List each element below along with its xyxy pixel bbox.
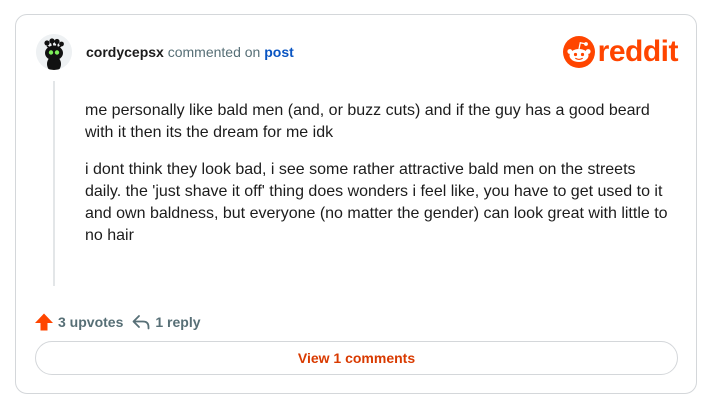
reply-arrow-icon — [131, 312, 151, 332]
upvote-count: 3 upvotes — [58, 314, 124, 330]
reddit-logo[interactable]: reddit — [562, 35, 679, 69]
reddit-snoo-icon — [562, 36, 595, 68]
comment-card: cordycepsx commented on post reddit me p… — [15, 14, 697, 394]
upvote-arrow-icon[interactable] — [34, 312, 54, 332]
reply-button[interactable]: 1 reply — [131, 312, 201, 332]
comment-body: me personally like bald men (and, or buz… — [85, 100, 675, 262]
comment-paragraph-1: me personally like bald men (and, or buz… — [85, 102, 650, 141]
thread-line[interactable] — [53, 81, 55, 286]
comment-meta: cordycepsx commented on post — [86, 44, 294, 60]
comment-actions: 3 upvotes 1 reply — [34, 311, 201, 333]
comment-header: cordycepsx commented on post — [36, 33, 294, 71]
reply-count: 1 reply — [155, 314, 201, 330]
view-comments-button[interactable]: View 1 comments — [35, 341, 678, 375]
comment-paragraph-2: i dont think they look bad, i see some r… — [85, 161, 668, 244]
user-avatar[interactable] — [36, 34, 72, 70]
snoo-avatar-icon — [36, 34, 72, 70]
reddit-wordmark: reddit — [597, 35, 679, 68]
username-link[interactable]: cordycepsx — [86, 44, 164, 60]
post-link[interactable]: post — [264, 44, 294, 60]
upvote-button[interactable]: 3 upvotes — [34, 312, 123, 332]
action-text: commented on — [163, 44, 265, 60]
